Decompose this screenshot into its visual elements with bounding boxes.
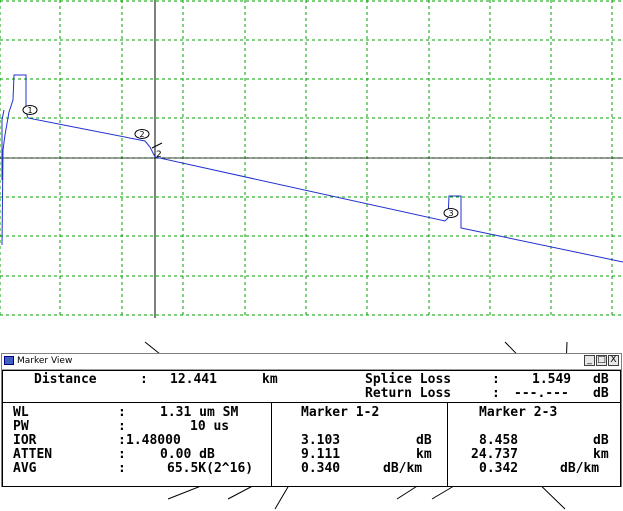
marker-12-dist: 9.111 bbox=[301, 447, 341, 462]
marker-23-dist-unit: km bbox=[593, 447, 609, 462]
marker-12-loss: 3.103 bbox=[301, 433, 341, 448]
param-ior-sep: : bbox=[118, 433, 126, 448]
trace-grid bbox=[0, 0, 623, 318]
param-atten-sep: : bbox=[118, 447, 126, 462]
otdr-trace-svg[interactable]: 1 2 3 2 bbox=[0, 0, 623, 318]
splice-loss-value: 1.549 bbox=[532, 372, 572, 387]
marker-2-label: 2 bbox=[139, 130, 144, 139]
marker-view-window[interactable]: Marker View _ □ X Distance : 12.441 km S… bbox=[1, 353, 622, 487]
close-button[interactable]: X bbox=[608, 355, 619, 366]
splice-loss-sep: : bbox=[492, 372, 500, 387]
marker-1[interactable]: 1 bbox=[22, 105, 38, 116]
param-atten-label: ATTEN bbox=[13, 447, 53, 462]
marker-12-slope-unit: dB/km bbox=[383, 461, 423, 476]
marker-23-dist: 24.737 bbox=[471, 447, 518, 462]
param-ior-value: 1.48000 bbox=[126, 433, 181, 448]
distance-value: 12.441 bbox=[170, 372, 217, 387]
distance-sep: : bbox=[140, 372, 148, 387]
marker-23-slope-unit: dB/km bbox=[560, 461, 600, 476]
param-avg-label: AVG bbox=[13, 461, 37, 476]
param-pw-sep: : bbox=[118, 419, 126, 434]
marker-12-header: Marker 1-2 bbox=[301, 405, 380, 420]
distance-label: Distance bbox=[34, 372, 97, 387]
marker-1-label: 1 bbox=[27, 106, 32, 115]
fiber-trace bbox=[1, 74, 623, 263]
window-title: Marker View bbox=[17, 356, 73, 366]
return-loss-label: Return Loss bbox=[365, 386, 452, 401]
marker-12-loss-unit: dB bbox=[416, 433, 432, 448]
marker-12-dist-unit: km bbox=[416, 447, 432, 462]
divider-horizontal bbox=[3, 402, 620, 403]
window-titlebar[interactable]: Marker View _ □ X bbox=[2, 354, 621, 370]
cursor-tick bbox=[151, 142, 163, 149]
splice-loss-unit: dB bbox=[593, 372, 609, 387]
otdr-trace-panel[interactable]: 1 2 3 2 bbox=[0, 0, 623, 318]
param-avg-value: 65.5K(2^16) bbox=[167, 461, 254, 476]
param-wl-value: 1.31 um SM bbox=[160, 405, 239, 420]
param-atten-value: 0.00 dB bbox=[160, 447, 215, 462]
cursor-label: 2 bbox=[156, 150, 162, 160]
marker-23-loss: 8.458 bbox=[479, 433, 519, 448]
marker-23-slope: 0.342 bbox=[479, 461, 519, 476]
marker-3[interactable]: 3 bbox=[443, 208, 459, 219]
return-loss-unit: dB bbox=[593, 386, 609, 401]
param-avg-sep: : bbox=[118, 461, 126, 476]
param-wl-label: WL bbox=[13, 405, 29, 420]
marker-2[interactable]: 2 bbox=[134, 129, 150, 140]
marker-data-panel: Distance : 12.441 km Splice Loss : 1.549… bbox=[2, 370, 621, 487]
param-ior-label: IOR bbox=[13, 433, 37, 448]
divider-left bbox=[271, 402, 272, 486]
splice-loss-label: Splice Loss bbox=[365, 372, 452, 387]
marker-12-slope: 0.340 bbox=[301, 461, 341, 476]
minimize-button[interactable]: _ bbox=[584, 355, 595, 366]
param-wl-sep: : bbox=[118, 405, 126, 420]
return-loss-value: ---.--- bbox=[514, 386, 569, 401]
maximize-button[interactable]: □ bbox=[596, 355, 607, 366]
distance-unit: km bbox=[262, 372, 278, 387]
divider-right bbox=[447, 402, 448, 486]
param-pw-label: PW bbox=[13, 419, 29, 434]
marker-23-loss-unit: dB bbox=[593, 433, 609, 448]
return-loss-sep: : bbox=[492, 386, 500, 401]
marker-23-header: Marker 2-3 bbox=[479, 405, 558, 420]
app-icon bbox=[4, 356, 14, 365]
param-pw-value: 10 us bbox=[190, 419, 230, 434]
marker-3-label: 3 bbox=[448, 209, 453, 218]
